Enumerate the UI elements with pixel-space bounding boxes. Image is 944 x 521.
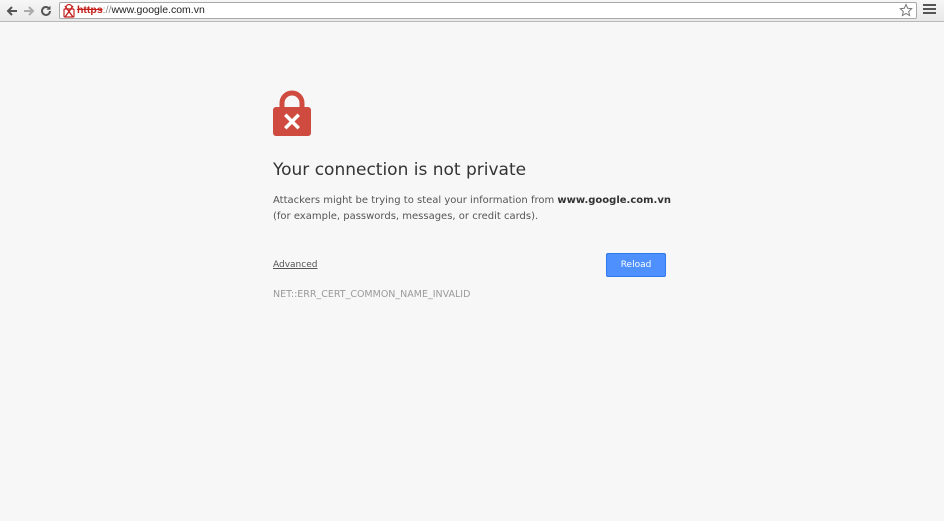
hamburger-menu-icon[interactable] (923, 4, 936, 17)
security-warning-icon[interactable] (63, 4, 75, 18)
error-code: NET::ERR_CERT_COMMON_NAME_INVALID (273, 289, 471, 300)
url-host: www.google.com.vn (111, 4, 205, 16)
description-text: Attackers might be trying to steal your … (273, 195, 558, 206)
back-arrow-icon[interactable] (3, 2, 21, 20)
reload-button[interactable]: Reload (606, 253, 666, 277)
advanced-link[interactable]: Advanced (273, 260, 317, 270)
url-scheme: https (77, 4, 103, 16)
warning-description: Attackers might be trying to steal your … (273, 193, 673, 224)
url-text[interactable]: https://www.google.com.vn (77, 3, 205, 18)
address-bar[interactable]: https://www.google.com.vn (59, 2, 917, 19)
star-icon[interactable] (899, 3, 913, 18)
forward-arrow-icon[interactable] (20, 2, 38, 20)
description-text-end: (for example, passwords, messages, or cr… (273, 210, 539, 222)
browser-toolbar: https://www.google.com.vn (0, 0, 944, 22)
reload-icon[interactable] (37, 2, 55, 20)
description-host: www.google.com.vn (557, 195, 671, 206)
page-title: Your connection is not private (273, 160, 527, 180)
broken-lock-icon (273, 90, 311, 136)
